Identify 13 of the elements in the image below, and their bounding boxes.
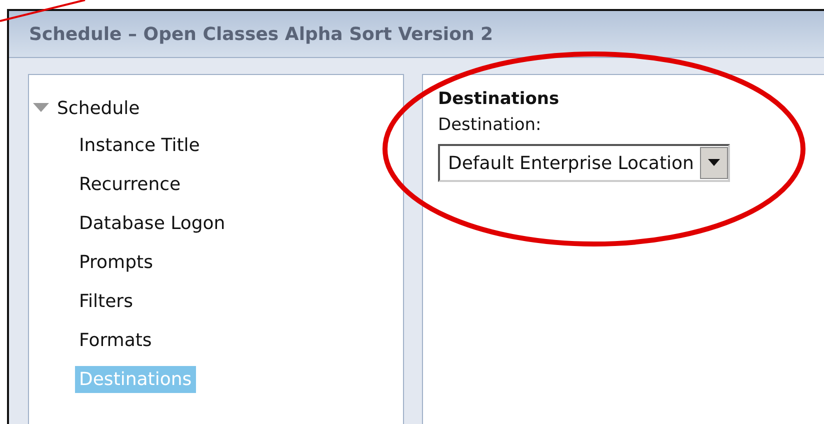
tree-item[interactable]: Database Logon xyxy=(75,210,230,237)
tree-item[interactable]: Prompts xyxy=(75,249,157,276)
window-title: Schedule – Open Classes Alpha Sort Version 2 xyxy=(29,24,494,44)
tree-item[interactable]: Formats xyxy=(75,327,156,354)
tree-item[interactable]: Recurrence xyxy=(75,171,185,198)
caret-icon xyxy=(708,159,720,167)
section-heading: Destinations xyxy=(438,89,560,109)
field-label: Destination: xyxy=(438,115,542,135)
tree-item[interactable]: Filters xyxy=(75,288,137,315)
tree-item[interactable]: Instance Title xyxy=(75,132,204,159)
destination-select[interactable]: Default Enterprise Location xyxy=(438,144,730,182)
tree-node[interactable]: Schedule xyxy=(57,98,140,118)
expand-triangle-icon[interactable] xyxy=(33,103,49,113)
